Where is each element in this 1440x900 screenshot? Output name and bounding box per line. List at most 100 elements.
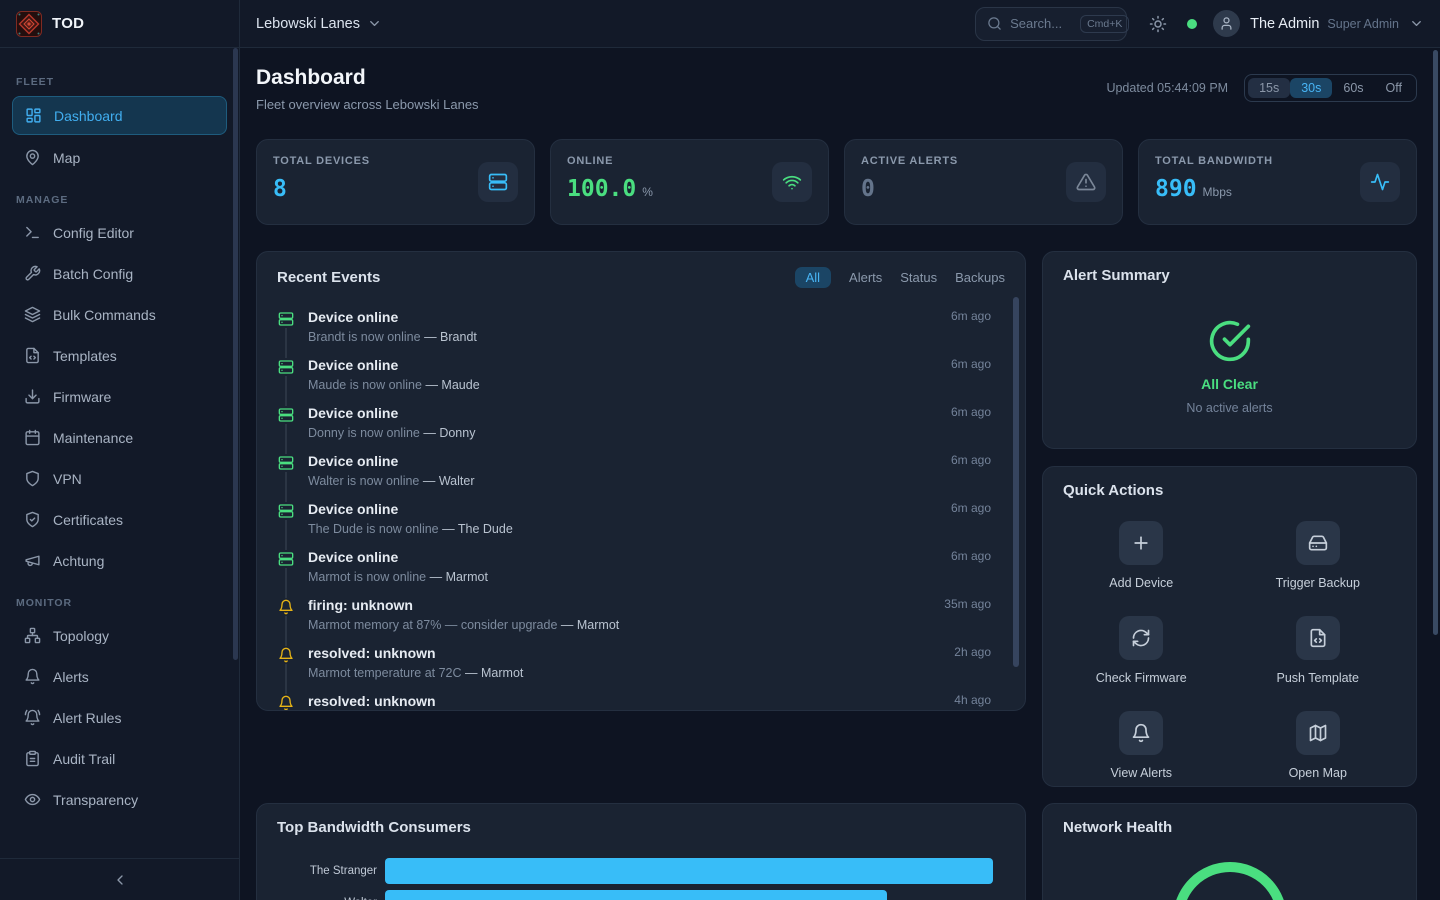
search-shortcut-badge: Cmd+K bbox=[1080, 15, 1129, 33]
quick-action-label: Open Map bbox=[1289, 766, 1347, 780]
event-filter-tabs: All Alerts Status Backups bbox=[795, 267, 1005, 288]
chevron-down-icon bbox=[1409, 16, 1424, 31]
sidebar-item-label: VPN bbox=[53, 471, 82, 487]
sidebar-item-maintenance[interactable]: Maintenance bbox=[12, 419, 227, 456]
stat-cards: TOTAL DEVICES 8 ONLINE 100.0 % bbox=[256, 139, 1417, 225]
eye-icon bbox=[24, 791, 41, 808]
event-detail: Donny is now online bbox=[308, 426, 420, 440]
wrench-icon bbox=[24, 265, 41, 282]
stat-label: ACTIVE ALERTS bbox=[861, 155, 958, 167]
check-circle-icon bbox=[1208, 319, 1252, 363]
connection-status-dot bbox=[1187, 19, 1197, 29]
stat-value: 8 bbox=[273, 176, 287, 202]
stat-card-online: ONLINE 100.0 % bbox=[550, 139, 829, 225]
sidebar-collapse-button[interactable] bbox=[0, 858, 239, 900]
event-detail: Marmot temperature at 72C bbox=[308, 666, 462, 680]
terminal-icon bbox=[24, 224, 41, 241]
quick-action-push-template[interactable]: Push Template bbox=[1230, 616, 1407, 685]
sidebar-item-label: Achtung bbox=[53, 553, 104, 569]
quick-action-open-map[interactable]: Open Map bbox=[1230, 711, 1407, 780]
sidebar-item-label: Transparency bbox=[53, 792, 138, 808]
sidebar-item-alerts[interactable]: Alerts bbox=[12, 658, 227, 695]
avatar[interactable] bbox=[1213, 10, 1240, 37]
layers-icon bbox=[24, 306, 41, 323]
server-icon bbox=[278, 311, 294, 327]
event-title: Device online bbox=[308, 549, 488, 566]
sidebar-scrollbar[interactable] bbox=[233, 48, 238, 660]
user-icon bbox=[1219, 16, 1234, 31]
sidebar-item-certificates[interactable]: Certificates bbox=[12, 501, 227, 538]
sidebar-item-batch-config[interactable]: Batch Config bbox=[12, 255, 227, 292]
event-row: Device online Maude is now online — Maud… bbox=[277, 350, 1005, 398]
network-health-title: Network Health bbox=[1063, 819, 1172, 836]
events-scrollbar[interactable] bbox=[1013, 297, 1019, 667]
sidebar-item-topology[interactable]: Topology bbox=[12, 617, 227, 654]
quick-action-check-firmware[interactable]: Check Firmware bbox=[1053, 616, 1230, 685]
refresh-option-off[interactable]: Off bbox=[1375, 78, 1413, 98]
sidebar-item-map[interactable]: Map bbox=[12, 139, 227, 176]
sidebar-item-alert-rules[interactable]: Alert Rules bbox=[12, 699, 227, 736]
bell-icon bbox=[278, 599, 294, 615]
event-time: 4h ago bbox=[954, 693, 1005, 707]
sidebar-item-vpn[interactable]: VPN bbox=[12, 460, 227, 497]
tab-status[interactable]: Status bbox=[900, 270, 937, 285]
recent-events-title: Recent Events bbox=[277, 269, 380, 286]
megaphone-icon bbox=[24, 552, 41, 569]
user-menu-button[interactable] bbox=[1409, 16, 1424, 31]
fleet-selector-label: Lebowski Lanes bbox=[256, 16, 360, 32]
file-code-icon bbox=[1308, 628, 1328, 648]
sidebar-item-label: Certificates bbox=[53, 512, 123, 528]
server-icon bbox=[278, 455, 294, 471]
search-box[interactable]: Cmd+K bbox=[975, 7, 1127, 41]
refresh-option-30s[interactable]: 30s bbox=[1290, 78, 1332, 98]
event-time: 6m ago bbox=[951, 549, 1005, 563]
sidebar-item-audit-trail[interactable]: Audit Trail bbox=[12, 740, 227, 777]
tab-all[interactable]: All bbox=[795, 267, 831, 288]
sidebar-item-firmware[interactable]: Firmware bbox=[12, 378, 227, 415]
event-device: — Marmot bbox=[561, 618, 619, 632]
bandwidth-chart: The Stranger Walter bbox=[257, 846, 1025, 900]
sidebar: FLEET Dashboard Map MANAGE Config Editor… bbox=[0, 48, 240, 900]
event-detail: Marmot is now online bbox=[308, 570, 426, 584]
stat-card-total-devices: TOTAL DEVICES 8 bbox=[256, 139, 535, 225]
quick-action-trigger-backup[interactable]: Trigger Backup bbox=[1230, 521, 1407, 590]
clipboard-list-icon bbox=[24, 750, 41, 767]
sidebar-item-bulk-commands[interactable]: Bulk Commands bbox=[12, 296, 227, 333]
quick-action-view-alerts[interactable]: View Alerts bbox=[1053, 711, 1230, 780]
map-pin-icon bbox=[24, 149, 41, 166]
bandwidth-bar bbox=[385, 890, 887, 900]
refresh-option-15s[interactable]: 15s bbox=[1248, 78, 1290, 98]
updated-timestamp: Updated 05:44:09 PM bbox=[1106, 81, 1228, 95]
sidebar-item-config-editor[interactable]: Config Editor bbox=[12, 214, 227, 251]
sidebar-item-label: Alerts bbox=[53, 669, 89, 685]
stat-value: 100.0 bbox=[567, 176, 636, 202]
tab-backups[interactable]: Backups bbox=[955, 270, 1005, 285]
alert-summary-title: Alert Summary bbox=[1063, 267, 1170, 284]
refresh-option-60s[interactable]: 60s bbox=[1332, 78, 1374, 98]
fleet-selector[interactable]: Lebowski Lanes bbox=[256, 16, 382, 32]
event-title: firing: unknown bbox=[308, 597, 619, 614]
sidebar-item-achtung[interactable]: Achtung bbox=[12, 542, 227, 579]
bandwidth-row: The Stranger bbox=[257, 856, 1005, 885]
recent-events-panel: Recent Events All Alerts Status Backups bbox=[256, 251, 1026, 711]
sidebar-item-label: Batch Config bbox=[53, 266, 133, 282]
sidebar-item-transparency[interactable]: Transparency bbox=[12, 781, 227, 818]
sidebar-item-dashboard[interactable]: Dashboard bbox=[12, 96, 227, 135]
bell-icon bbox=[278, 647, 294, 663]
server-icon bbox=[278, 551, 294, 567]
bandwidth-bar-label: Walter bbox=[257, 897, 385, 900]
calendar-icon bbox=[24, 429, 41, 446]
quick-action-label: Check Firmware bbox=[1096, 671, 1187, 685]
topbar: TOD Lebowski Lanes Cmd+K The Admin Super… bbox=[0, 0, 1440, 48]
shield-check-icon bbox=[24, 511, 41, 528]
quick-action-add-device[interactable]: Add Device bbox=[1053, 521, 1230, 590]
search-input[interactable] bbox=[1010, 16, 1072, 31]
sidebar-item-label: Map bbox=[53, 150, 80, 166]
theme-toggle-button[interactable] bbox=[1149, 15, 1167, 33]
event-time: 6m ago bbox=[951, 453, 1005, 467]
tab-alerts[interactable]: Alerts bbox=[849, 270, 882, 285]
network-icon bbox=[24, 627, 41, 644]
layout-dashboard-icon bbox=[25, 107, 42, 124]
sidebar-item-templates[interactable]: Templates bbox=[12, 337, 227, 374]
window-scrollbar[interactable] bbox=[1433, 50, 1438, 635]
